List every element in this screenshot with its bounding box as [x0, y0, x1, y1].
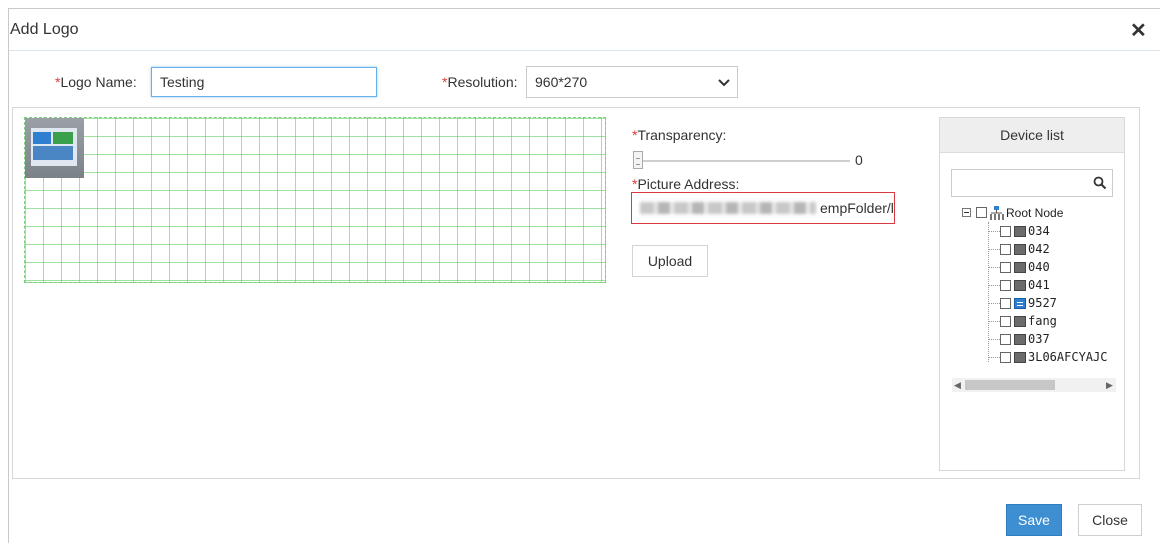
- picture-address-field[interactable]: empFolder/l: [631, 192, 895, 224]
- root-node-icon: [990, 206, 1004, 220]
- device-checkbox[interactable]: [1000, 352, 1011, 363]
- transparency-slider-track[interactable]: [638, 160, 850, 162]
- picture-address-visible-text: empFolder/l: [820, 200, 894, 216]
- device-checkbox[interactable]: [1000, 262, 1011, 273]
- device-label: 034: [1028, 224, 1050, 238]
- device-icon: [1014, 262, 1026, 273]
- logo-thumbnail[interactable]: [25, 118, 84, 178]
- device-checkbox[interactable]: [1000, 316, 1011, 327]
- device-label: fang: [1028, 314, 1057, 328]
- dialog-title: Add Logo: [10, 21, 79, 38]
- resolution-value: 960*270: [535, 74, 588, 90]
- device-list-header: Device list: [940, 118, 1124, 153]
- scroll-left-icon[interactable]: ◀: [954, 378, 961, 392]
- blurred-address-text: [640, 202, 816, 214]
- scrollbar-thumb[interactable]: [965, 380, 1055, 390]
- resolution-select[interactable]: 960*270: [526, 66, 738, 98]
- device-icon: [1014, 244, 1026, 255]
- dialog-titlebar: Add Logo ✕: [9, 9, 1160, 51]
- device-checkbox[interactable]: [1000, 226, 1011, 237]
- device-label: 3L06AFCYAJC: [1028, 350, 1108, 364]
- logo-name-input[interactable]: [151, 67, 377, 97]
- close-icon[interactable]: ✕: [1130, 21, 1147, 41]
- device-label: 040: [1028, 260, 1050, 274]
- device-search-input[interactable]: [951, 169, 1113, 197]
- close-button[interactable]: Close: [1078, 504, 1142, 536]
- device-icon: [1014, 334, 1026, 345]
- device-checkbox[interactable]: [1000, 298, 1011, 309]
- search-icon[interactable]: [1093, 176, 1107, 190]
- device-icon: [1014, 280, 1026, 291]
- upload-button[interactable]: Upload: [632, 245, 708, 277]
- device-list-panel: Device list Root Node 034 042 040 041 95…: [939, 117, 1125, 471]
- logo-name-label: *Logo Name:: [55, 74, 137, 90]
- save-button[interactable]: Save: [1006, 504, 1062, 536]
- transparency-label: *Transparency:: [632, 127, 727, 143]
- device-label: 037: [1028, 332, 1050, 346]
- device-label: 042: [1028, 242, 1050, 256]
- device-icon: [1014, 352, 1026, 363]
- root-node-label: Root Node: [1006, 206, 1064, 220]
- device-checkbox[interactable]: [1000, 280, 1011, 291]
- transparency-value: 0: [855, 152, 863, 168]
- resolution-label: *Resolution:: [442, 74, 518, 90]
- device-label: 041: [1028, 278, 1050, 292]
- collapse-icon[interactable]: [962, 208, 971, 217]
- scroll-right-icon[interactable]: ▶: [1106, 378, 1113, 392]
- device-icon-blue: [1014, 298, 1026, 309]
- picture-address-label: *Picture Address:: [632, 176, 740, 192]
- device-checkbox[interactable]: [1000, 244, 1011, 255]
- root-node-checkbox[interactable]: [976, 207, 987, 218]
- device-list-title: Device list: [1000, 127, 1064, 143]
- device-checkbox[interactable]: [1000, 334, 1011, 345]
- device-icon: [1014, 316, 1026, 327]
- device-label: 9527: [1028, 296, 1057, 310]
- transparency-slider-handle[interactable]: [633, 151, 643, 169]
- chevron-down-icon: [718, 79, 730, 87]
- device-icon: [1014, 226, 1026, 237]
- tree-horizontal-scrollbar[interactable]: ◀ ▶: [952, 378, 1116, 392]
- logo-preview-canvas[interactable]: [24, 117, 606, 283]
